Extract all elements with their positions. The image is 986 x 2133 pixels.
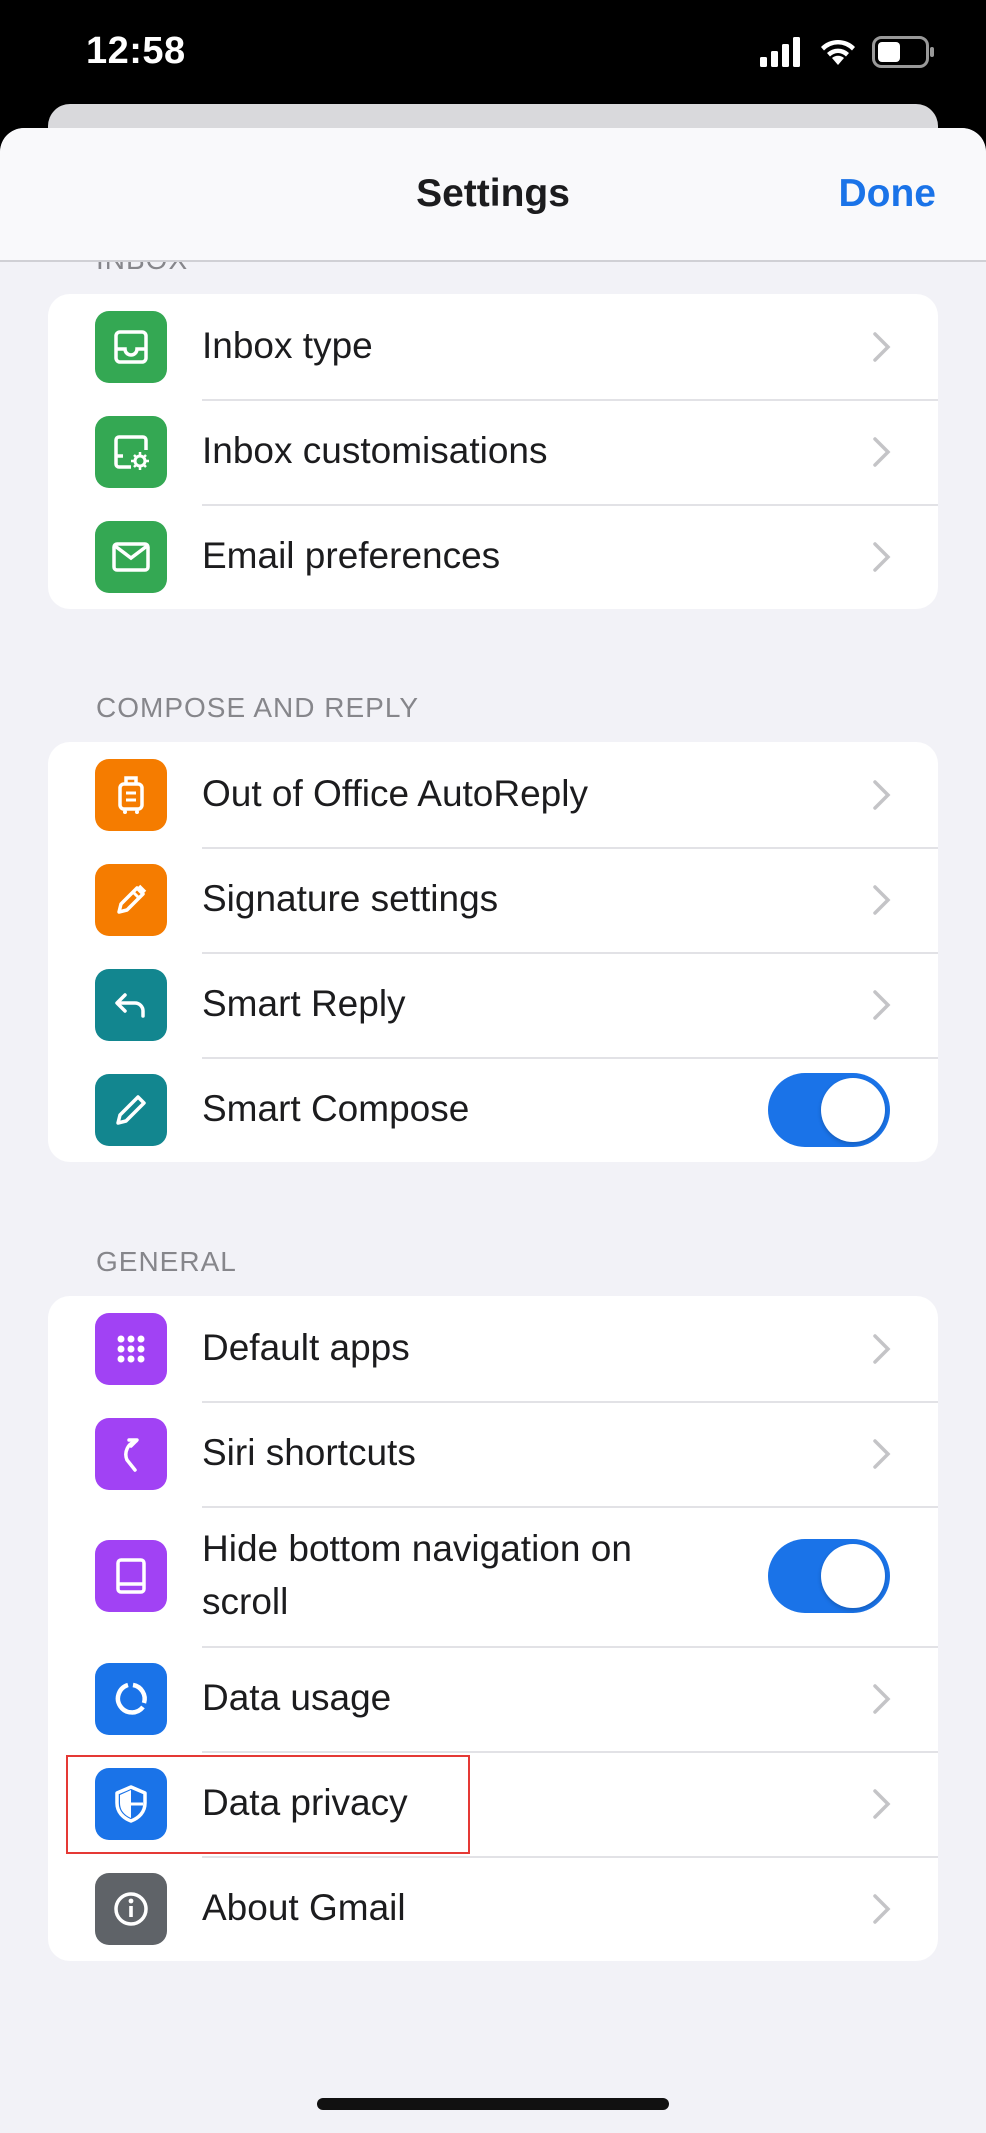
inbox-settings-icon: [95, 415, 167, 488]
battery-icon: [872, 36, 934, 68]
smart-compose-toggle[interactable]: [768, 1072, 890, 1147]
settings-row-signature-settings[interactable]: Signature settings: [48, 847, 938, 952]
siri-shortcut-icon: [95, 1417, 167, 1490]
chevron-right-icon: [873, 1788, 891, 1819]
chevron-right-icon: [873, 1333, 891, 1364]
suitcase-icon: [95, 758, 167, 831]
grid-icon: [95, 1312, 167, 1385]
hide-bottom-navigation-toggle[interactable]: [768, 1539, 890, 1613]
cellular-signal-icon: [760, 37, 800, 67]
pencil-icon: [95, 1073, 167, 1146]
settings-row-inbox-customisations[interactable]: Inbox customisations: [48, 399, 938, 504]
row-label: Siri shortcuts: [202, 1432, 416, 1474]
settings-row-inbox-type[interactable]: Inbox type: [48, 294, 938, 399]
chevron-right-icon: [873, 436, 891, 467]
toggle-knob: [821, 1544, 885, 1608]
wifi-icon: [821, 39, 855, 65]
inbox-settings-group: Inbox type Inbox customisations Email pr…: [48, 294, 938, 609]
row-label: Inbox customisations: [202, 430, 548, 472]
settings-row-hide-bottom-navigation: Hide bottom navigation on scroll: [48, 1506, 938, 1646]
row-label: Hide bottom navigation on scroll: [202, 1528, 632, 1622]
reply-icon: [95, 968, 167, 1041]
chevron-right-icon: [873, 989, 891, 1020]
compose-settings-group: Out of Office AutoReply Signature settin…: [48, 742, 938, 1162]
status-icons: [760, 36, 936, 68]
settings-row-about-gmail[interactable]: About Gmail: [48, 1856, 938, 1961]
row-label: Default apps: [202, 1327, 410, 1369]
row-label: Signature settings: [202, 878, 499, 920]
settings-row-default-apps[interactable]: Default apps: [48, 1296, 938, 1401]
chevron-right-icon: [873, 331, 891, 362]
pen-icon: [95, 863, 167, 936]
inbox-icon: [95, 310, 167, 383]
done-button[interactable]: Done: [839, 172, 937, 216]
row-label: About Gmail: [202, 1887, 406, 1929]
tablet-icon: [95, 1540, 167, 1612]
row-label: Email preferences: [202, 535, 501, 577]
navigation-bar: Settings Done: [0, 128, 986, 262]
envelope-icon: [95, 520, 167, 593]
chevron-right-icon: [873, 884, 891, 915]
settings-row-smart-compose: Smart Compose: [48, 1057, 938, 1162]
row-label: Smart Reply: [202, 983, 406, 1025]
general-settings-group: Default apps Siri shortcuts Hide bottom …: [48, 1296, 938, 1961]
settings-sheet: Settings Done INBOX Inbox type Inbox cus…: [0, 128, 986, 2133]
info-icon: [95, 1872, 167, 1945]
status-time: 12:58: [86, 30, 186, 72]
row-label: Data privacy: [202, 1782, 408, 1824]
chevron-right-icon: [873, 1893, 891, 1924]
settings-row-email-preferences[interactable]: Email preferences: [48, 504, 938, 609]
chevron-right-icon: [873, 1438, 891, 1469]
toggle-knob: [821, 1077, 885, 1142]
status-bar: 12:58: [0, 0, 986, 110]
settings-row-out-of-office[interactable]: Out of Office AutoReply: [48, 742, 938, 847]
row-label: Inbox type: [202, 325, 373, 367]
row-label: Out of Office AutoReply: [202, 773, 588, 815]
chevron-right-icon: [873, 779, 891, 810]
section-header-general: GENERAL: [96, 1246, 237, 1277]
data-usage-icon: [95, 1662, 167, 1735]
shield-icon: [95, 1767, 167, 1840]
home-indicator: [317, 2098, 669, 2110]
section-header-compose: COMPOSE AND REPLY: [96, 692, 420, 723]
chevron-right-icon: [873, 541, 891, 572]
settings-row-siri-shortcuts[interactable]: Siri shortcuts: [48, 1401, 938, 1506]
row-label: Smart Compose: [202, 1088, 470, 1130]
row-label: Data usage: [202, 1677, 392, 1719]
settings-row-data-usage[interactable]: Data usage: [48, 1646, 938, 1751]
settings-row-data-privacy[interactable]: Data privacy: [48, 1751, 938, 1856]
settings-row-smart-reply[interactable]: Smart Reply: [48, 952, 938, 1057]
chevron-right-icon: [873, 1683, 891, 1714]
